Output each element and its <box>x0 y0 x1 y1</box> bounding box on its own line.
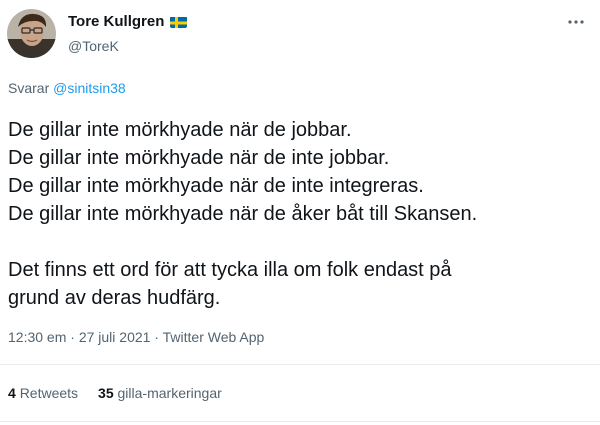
tweet-card: Tore Kullgren @ToreK Svarar @sinitsin38 … <box>0 0 600 425</box>
likes-stat[interactable]: 35 gilla-markeringar <box>98 385 222 401</box>
author-name-row: Tore Kullgren <box>68 13 188 30</box>
reply-mention-link[interactable]: @sinitsin38 <box>53 80 126 96</box>
more-options-button[interactable] <box>566 12 586 32</box>
avatar[interactable] <box>7 9 56 58</box>
more-horizontal-icon <box>568 20 584 24</box>
divider <box>0 421 600 422</box>
tweet-line: De gillar inte mörkhyade när de inte job… <box>8 147 390 169</box>
likes-count: 35 <box>98 385 114 401</box>
avatar-image <box>7 9 56 58</box>
divider <box>0 364 600 365</box>
tweet-line: De gillar inte mörkhyade när de inte int… <box>8 175 424 197</box>
retweets-label: Retweets <box>19 385 79 401</box>
author-name[interactable]: Tore Kullgren <box>68 13 164 30</box>
author-block: Tore Kullgren @ToreK <box>68 13 188 54</box>
tweet-line: De gillar inte mörkhyade när de jobbar. <box>8 119 352 141</box>
retweets-count: 4 <box>8 385 16 401</box>
reply-context: Svarar @sinitsin38 <box>8 80 126 96</box>
reply-prefix: Svarar <box>8 80 50 96</box>
likes-label: gilla-markeringar <box>117 385 222 401</box>
retweets-stat[interactable]: 4 Retweets <box>8 385 78 401</box>
tweet-date-link[interactable]: 27 juli 2021 <box>79 329 151 345</box>
tweet-meta: 12:30 em · 27 juli 2021 · Twitter Web Ap… <box>8 329 264 345</box>
tweet-stats: 4 Retweets 35 gilla-markeringar <box>8 385 222 401</box>
tweet-text: De gillar inte mörkhyade när de jobbar. … <box>8 116 592 312</box>
meta-separator: · <box>154 329 160 345</box>
meta-separator: · <box>70 329 75 345</box>
sweden-flag-icon <box>170 16 188 28</box>
tweet-line: grund av deras hudfärg. <box>8 287 221 309</box>
tweet-time-link[interactable]: 12:30 em <box>8 329 66 345</box>
tweet-line: Det finns ett ord för att tycka illa om … <box>8 259 452 281</box>
tweet-source-link[interactable]: Twitter Web App <box>163 329 265 345</box>
author-handle[interactable]: @ToreK <box>68 38 187 54</box>
tweet-line: De gillar inte mörkhyade när de åker båt… <box>8 203 478 225</box>
